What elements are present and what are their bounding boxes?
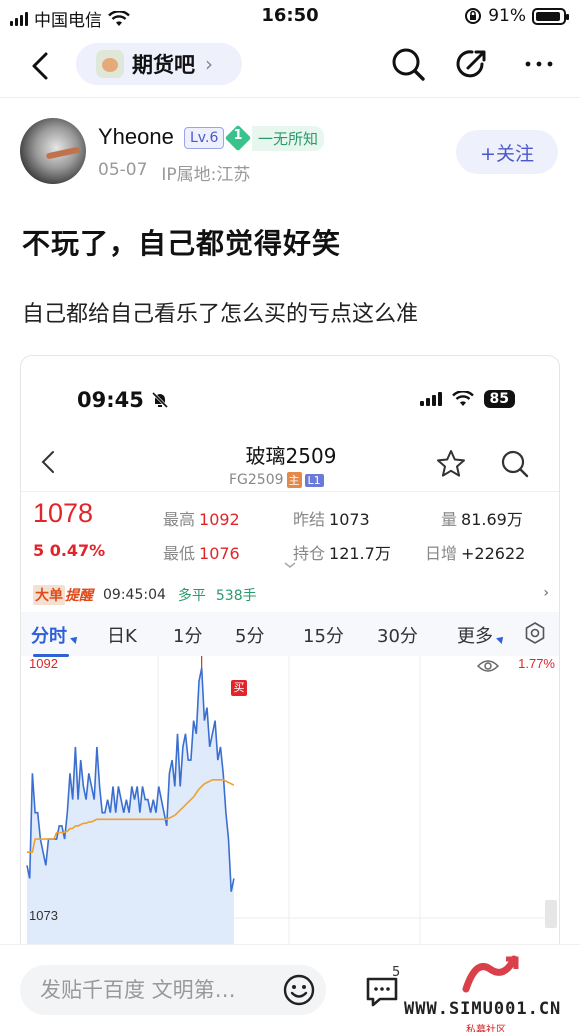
pct-max-label: 1.77% bbox=[518, 656, 555, 671]
status-right: 91% bbox=[464, 6, 569, 26]
main-contract-tag: 主 bbox=[286, 472, 302, 488]
fan-level: 1 bbox=[233, 128, 243, 143]
alert-tag: 大单 bbox=[33, 585, 65, 605]
tab-15min[interactable]: 15分 bbox=[303, 622, 344, 648]
quote-open-interest: 持仓 121.7万 bbox=[293, 544, 391, 563]
more-icon[interactable] bbox=[520, 44, 560, 84]
watermark: WWW.SIMU001.CN 私募社区 bbox=[400, 955, 580, 1032]
instrument-header: 玻璃2509 FG2509 主 L1 bbox=[21, 436, 559, 496]
instrument-code-row: FG2509 主 L1 bbox=[229, 472, 324, 488]
big-order-alert[interactable]: 大单 提醒 09:45:04 多平 538手 › bbox=[21, 580, 559, 610]
quote-volume: 量 81.69万 bbox=[441, 510, 523, 529]
embedded-battery: 85 bbox=[483, 390, 515, 408]
status-bar: 中国电信 16:50 91% bbox=[0, 0, 580, 32]
scroll-handle[interactable] bbox=[545, 900, 557, 928]
quote-prev-settle: 昨结 1073 bbox=[293, 510, 370, 529]
fan-badge: 1 一无所知 bbox=[224, 124, 325, 152]
follow-button[interactable]: +关注 bbox=[456, 130, 558, 174]
eye-icon[interactable] bbox=[477, 658, 499, 674]
comment-input[interactable]: 发贴千百度 文明第… bbox=[20, 965, 326, 1015]
post-ip: IP属地:江苏 bbox=[161, 165, 251, 185]
watermark-logo bbox=[462, 955, 519, 993]
orientation-lock-icon bbox=[465, 8, 482, 24]
tab-daily-k[interactable]: 日K bbox=[107, 622, 137, 648]
quote-low: 最低 1076 bbox=[163, 544, 240, 563]
post-title: 不玩了，自己都觉得好笑 bbox=[22, 227, 342, 260]
author-avatar[interactable] bbox=[20, 118, 86, 184]
expand-chevron-icon[interactable] bbox=[283, 560, 297, 570]
separator bbox=[21, 491, 559, 492]
author-name[interactable]: Yheone bbox=[98, 124, 174, 150]
level-badge: Lv.6 bbox=[184, 127, 225, 149]
chevron-right-icon: › bbox=[205, 52, 213, 76]
alert-time: 09:45:04 bbox=[103, 587, 166, 603]
battery-percent: 91% bbox=[488, 6, 526, 26]
nav-bar: 期货吧 › bbox=[0, 38, 580, 94]
tab-30min[interactable]: 30分 bbox=[377, 622, 418, 648]
period-tabs: 分时 日K 1分 5分 15分 30分 更多 bbox=[21, 612, 559, 657]
fan-label: 一无所知 bbox=[252, 125, 325, 151]
bell-mute-icon bbox=[152, 391, 169, 409]
more-caret-icon bbox=[496, 634, 506, 644]
post-body: 自己都给自己看乐了怎么买的亏点这么准 bbox=[22, 302, 419, 327]
embedded-status-bar: 09:45 85 bbox=[21, 356, 559, 436]
chevron-right-icon: › bbox=[543, 585, 549, 601]
l1-tag: L1 bbox=[304, 473, 324, 487]
divider bbox=[0, 97, 580, 98]
last-price: 1078 bbox=[33, 498, 94, 528]
alert-type: 多平 bbox=[177, 588, 206, 604]
tab-intraday[interactable]: 分时 bbox=[31, 622, 69, 657]
embedded-signal-icon bbox=[419, 392, 442, 406]
instrument-code: FG2509 bbox=[229, 472, 284, 488]
share-icon[interactable] bbox=[452, 44, 492, 84]
embedded-wifi-icon bbox=[451, 391, 474, 406]
caret-icon bbox=[70, 634, 80, 644]
forum-avatar bbox=[96, 50, 124, 78]
bottom-bar: 发贴千百度 文明第… 5 WWW.SIMU001.CN 私募社区 bbox=[0, 944, 580, 1032]
watermark-text: WWW.SIMU001.CN bbox=[404, 999, 562, 1019]
tab-1min[interactable]: 1分 bbox=[173, 622, 202, 648]
price-change: 5 0.47% bbox=[33, 541, 106, 560]
battery-icon bbox=[532, 7, 569, 25]
y-min-label: 1073 bbox=[29, 908, 58, 923]
embedded-screenshot[interactable]: 09:45 85 玻璃2509 FG2509 主 L1 1078 5 0.47%… bbox=[20, 355, 560, 955]
y-max-label: 1092 bbox=[29, 656, 58, 671]
embedded-status-right: 85 bbox=[419, 390, 515, 408]
buy-marker: 买 bbox=[231, 680, 247, 696]
emoji-icon[interactable] bbox=[282, 973, 316, 1007]
tab-5min[interactable]: 5分 bbox=[235, 622, 264, 648]
intraday-chart-svg bbox=[26, 656, 551, 954]
watermark-sub: 私募社区 bbox=[466, 1025, 506, 1032]
post-meta: 05-07 IP属地:江苏 bbox=[98, 160, 250, 185]
forum-link[interactable]: 期货吧 › bbox=[76, 43, 242, 85]
forum-name: 期货吧 bbox=[132, 53, 195, 77]
alert-tag-2: 提醒 bbox=[65, 588, 93, 604]
quote-panel: 1078 5 0.47% 最高 1092 最低 1076 昨结 1073 持仓 121.… bbox=[21, 496, 559, 580]
quote-daily-increase: 日增 +22622 bbox=[425, 544, 526, 563]
quote-high: 最高 1092 bbox=[163, 510, 240, 529]
post-date: 05-07 bbox=[98, 160, 148, 180]
price-area bbox=[27, 668, 234, 954]
embedded-search-icon[interactable] bbox=[499, 448, 531, 480]
search-icon[interactable] bbox=[388, 44, 428, 84]
intraday-chart[interactable]: 1092 1073 1.77% 买 bbox=[21, 656, 559, 954]
star-icon[interactable] bbox=[435, 448, 467, 480]
back-icon[interactable] bbox=[22, 46, 62, 86]
tab-more[interactable]: 更多 bbox=[457, 622, 493, 648]
embedded-clock: 09:45 bbox=[77, 388, 169, 412]
settings-icon[interactable] bbox=[523, 621, 547, 645]
instrument-name: 玻璃2509 bbox=[245, 444, 337, 468]
alert-volume: 538手 bbox=[215, 588, 257, 604]
